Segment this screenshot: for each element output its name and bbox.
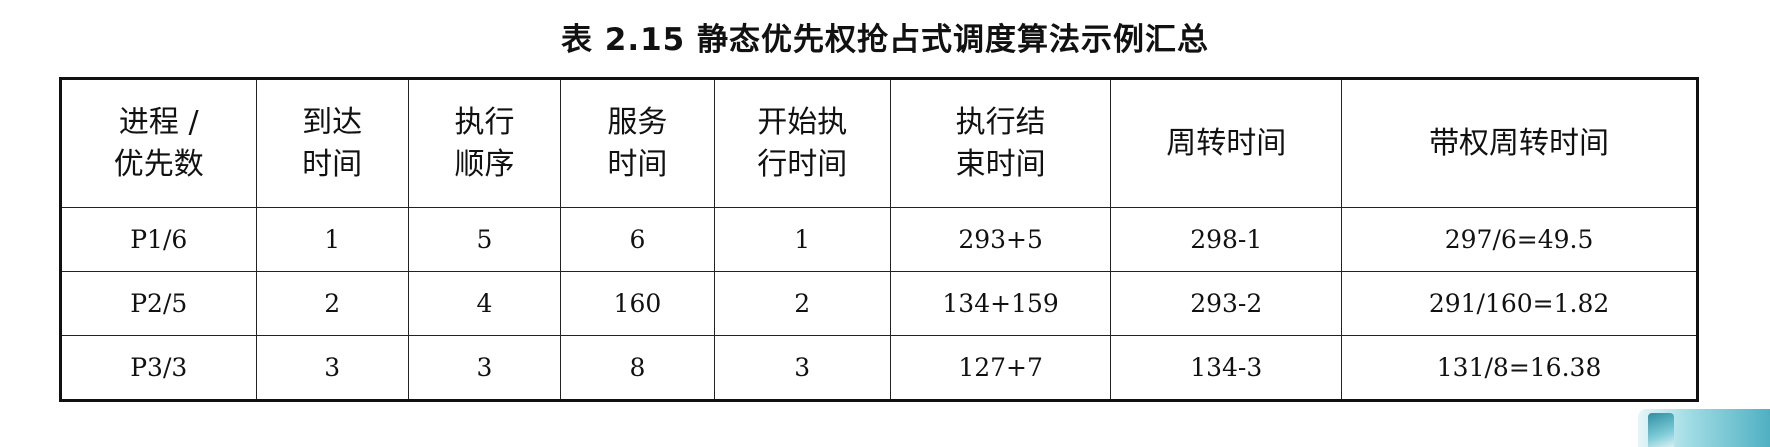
table-caption: 表 2.15 静态优先权抢占式调度算法示例汇总 — [560, 22, 1210, 58]
cell-turnaround-time: 134-3 — [1110, 335, 1343, 401]
cell-start-time: 3 — [713, 335, 891, 401]
header-turnaround-time: 周转时间 — [1110, 78, 1343, 208]
cell-arrival-time: 3 — [255, 335, 409, 401]
cell-arrival-time: 1 — [255, 207, 409, 272]
cell-end-time: 127+7 — [889, 335, 1112, 401]
overlay-decoration — [1648, 413, 1674, 447]
table-row: P2/5 2 4 160 2 134+159 293-2 291/160=1.8… — [60, 271, 1698, 336]
cell-turnaround-time: 293-2 — [1110, 271, 1343, 336]
cell-execution-order: 4 — [407, 271, 562, 336]
header-execution-order: 执行 顺序 — [407, 78, 562, 208]
header-line: 束时间 — [955, 146, 1046, 182]
header-line: 带权周转时间 — [1429, 125, 1610, 161]
cell-process-priority: P3/3 — [60, 335, 257, 401]
cell-service-time: 6 — [560, 207, 715, 272]
cell-weighted-turnaround-time: 291/160=1.82 — [1341, 271, 1698, 336]
scheduling-summary-table: 进程 / 优先数 到达 时间 执行 顺序 服务 时间 开始执 行时间 执行结 束… — [59, 77, 1699, 402]
table-row: P1/6 1 5 6 1 293+5 298-1 297/6=49.5 — [60, 207, 1698, 272]
header-start-time: 开始执 行时间 — [713, 78, 891, 208]
header-line: 执行结 — [955, 104, 1046, 140]
header-line: 到达 — [302, 104, 363, 140]
header-line: 周转时间 — [1166, 125, 1287, 161]
corner-overlay-widget — [1638, 409, 1770, 447]
cell-arrival-time: 2 — [255, 271, 409, 336]
header-end-time: 执行结 束时间 — [889, 78, 1112, 208]
cell-start-time: 1 — [713, 207, 891, 272]
cell-service-time: 8 — [560, 335, 715, 401]
header-line: 行时间 — [757, 146, 848, 182]
header-row: 进程 / 优先数 到达 时间 执行 顺序 服务 时间 开始执 行时间 执行结 束… — [60, 78, 1698, 208]
cell-process-priority: P1/6 — [60, 207, 257, 272]
cell-execution-order: 3 — [407, 335, 562, 401]
cell-end-time: 134+159 — [889, 271, 1112, 336]
header-process-priority: 进程 / 优先数 — [60, 78, 257, 208]
table-row: P3/3 3 3 8 3 127+7 134-3 131/8=16.38 — [60, 335, 1698, 401]
header-line: 顺序 — [454, 146, 515, 182]
header-line: 执行 — [454, 104, 515, 140]
cell-process-priority: P2/5 — [60, 271, 257, 336]
cell-start-time: 2 — [713, 271, 891, 336]
header-service-time: 服务 时间 — [560, 78, 715, 208]
header-line: 时间 — [607, 146, 668, 182]
header-line: 优先数 — [113, 146, 204, 182]
header-line: 进程 / — [118, 104, 199, 140]
header-line: 时间 — [302, 146, 363, 182]
cell-weighted-turnaround-time: 297/6=49.5 — [1341, 207, 1698, 272]
cell-end-time: 293+5 — [889, 207, 1112, 272]
cell-turnaround-time: 298-1 — [1110, 207, 1343, 272]
cell-service-time: 160 — [560, 271, 715, 336]
header-line: 开始执 — [757, 104, 848, 140]
cell-weighted-turnaround-time: 131/8=16.38 — [1341, 335, 1698, 401]
header-arrival-time: 到达 时间 — [255, 78, 409, 208]
cell-execution-order: 5 — [407, 207, 562, 272]
header-weighted-turnaround-time: 带权周转时间 — [1341, 78, 1698, 208]
header-line: 服务 — [607, 104, 668, 140]
